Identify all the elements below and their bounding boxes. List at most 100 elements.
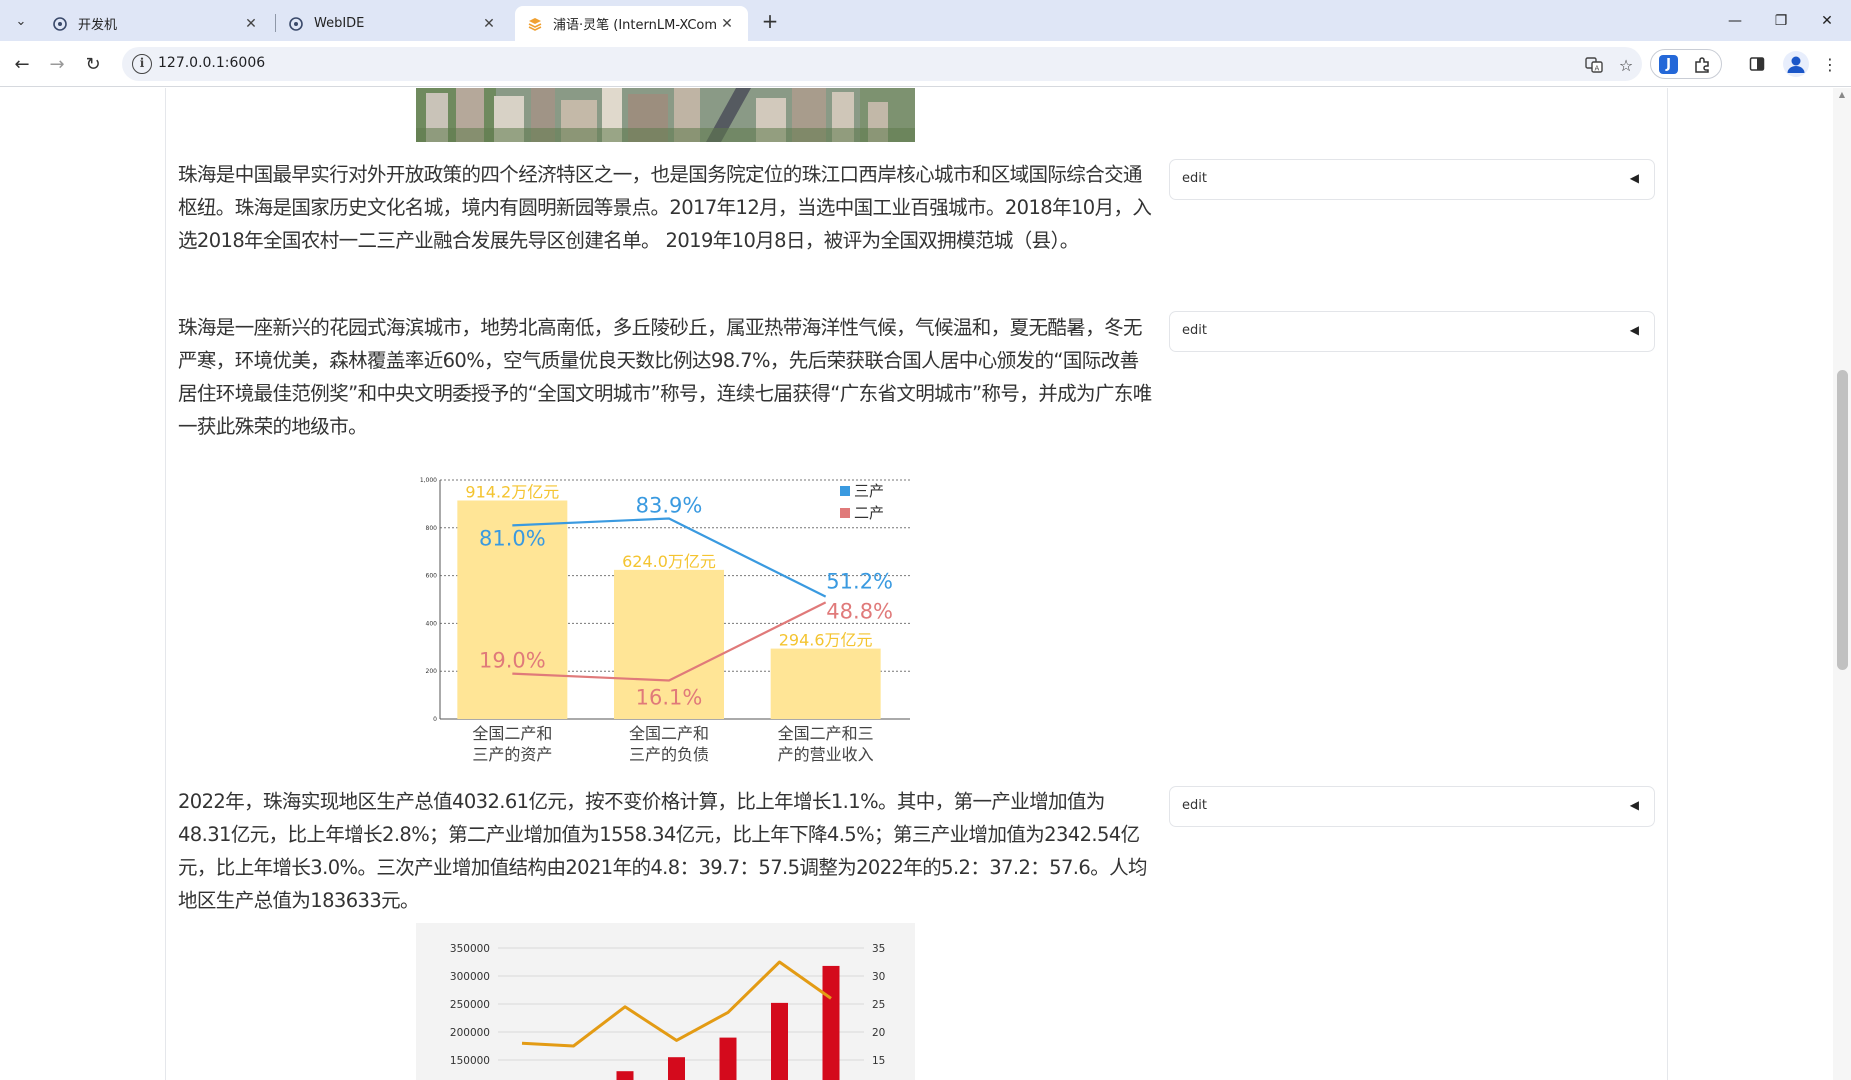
tab-webide[interactable]: WebIDE ✕ [276, 6, 510, 41]
bar-value-label: 914.2万亿元 [465, 483, 559, 502]
bar [668, 1057, 685, 1080]
caret-left-icon[interactable]: ◀ [1630, 323, 1639, 337]
y-left-tick-label: 200000 [450, 1027, 490, 1039]
close-icon: ✕ [1821, 12, 1833, 29]
site-info-icon[interactable]: i [132, 54, 152, 74]
tab-strip: ⌄ 开发机 ✕ WebIDE ✕ 浦语·灵笔 (InternLM-XCompo … [0, 0, 1851, 41]
scrollbar-thumb[interactable] [1837, 370, 1848, 670]
city-photo [416, 88, 915, 142]
arrow-left-icon: ← [14, 53, 30, 75]
translate-icon[interactable]: A [1584, 55, 1604, 75]
tab-search-button[interactable]: ⌄ [8, 8, 34, 34]
series-value-label: 83.9% [636, 493, 703, 517]
bar [616, 1071, 634, 1080]
y-left-tick-label: 150000 [450, 1055, 490, 1067]
close-icon[interactable]: ✕ [480, 15, 498, 33]
y-tick-label: 800 [426, 525, 438, 532]
legend-swatch [840, 486, 850, 496]
y-left-tick-label: 300000 [450, 971, 490, 983]
back-button[interactable]: ← [8, 50, 36, 78]
bar [719, 1037, 737, 1080]
y-right-tick-label: 30 [872, 971, 885, 983]
edit-label: edit [1182, 171, 1207, 186]
x-category-label: 全国二产和 [472, 724, 552, 743]
close-icon[interactable]: ✕ [718, 15, 736, 33]
edit-dropdown[interactable]: edit ◀ [1169, 311, 1655, 352]
person-icon [1787, 56, 1805, 73]
y-right-tick-label: 35 [872, 943, 885, 955]
y-right-tick-label: 25 [872, 999, 885, 1011]
bookmark-star-icon[interactable]: ☆ [1616, 55, 1636, 75]
tab-kaifaji[interactable]: 开发机 ✕ [40, 6, 272, 41]
restore-icon: ❐ [1774, 12, 1788, 29]
bar [770, 648, 881, 719]
bar [771, 1002, 788, 1080]
bar [822, 965, 840, 1080]
tab-label: WebIDE [314, 16, 365, 31]
x-category-label: 三产的负债 [629, 745, 709, 764]
minimize-button[interactable]: — [1712, 0, 1758, 41]
plus-icon: + [761, 9, 779, 33]
y-right-tick-label: 15 [872, 1055, 885, 1067]
edit-label: edit [1182, 798, 1207, 813]
series-value-label: 19.0% [479, 649, 546, 673]
profile-avatar[interactable] [1783, 51, 1809, 77]
series-value-label: 81.0% [479, 526, 546, 550]
paragraph-zhuhai-gdp: 2022年，珠海实现地区生产总值4032.61亿元，按不变价格计算，比上年增长1… [178, 790, 1147, 912]
y-left-tick-label: 350000 [450, 943, 490, 955]
legend-label: 三产 [854, 482, 884, 500]
extensions-group: J [1650, 49, 1722, 79]
edit-dropdown[interactable]: edit ◀ [1169, 159, 1655, 200]
close-window-button[interactable]: ✕ [1804, 0, 1850, 41]
legend-label: 二产 [854, 504, 884, 522]
side-panel-icon[interactable] [1745, 52, 1769, 76]
reload-button[interactable]: ↻ [79, 50, 107, 78]
webide-favicon-icon [289, 16, 303, 31]
internlm-favicon-icon [528, 17, 542, 31]
y-right-tick-label: 20 [872, 1027, 885, 1039]
forward-button[interactable]: → [43, 50, 71, 78]
x-category-label: 产的营业收入 [778, 745, 874, 764]
bar-value-label: 294.6万亿元 [779, 631, 873, 650]
url-text[interactable]: 127.0.0.1:6006 [158, 55, 265, 71]
y-tick-label: 1,000 [420, 477, 437, 484]
bar-value-label: 624.0万亿元 [622, 552, 716, 571]
restore-button[interactable]: ❐ [1758, 0, 1804, 41]
caret-left-icon[interactable]: ◀ [1630, 798, 1639, 812]
tab-label: 开发机 [78, 18, 118, 33]
svg-text:A: A [1595, 65, 1600, 73]
tab-internlm-xcomposer[interactable]: 浦语·灵笔 (InternLM-XCompo ✕ [515, 6, 748, 41]
y-left-tick-label: 250000 [450, 999, 490, 1011]
extension-j-icon[interactable]: J [1659, 55, 1678, 74]
y-tick-label: 600 [426, 573, 438, 580]
minimize-icon: — [1728, 12, 1742, 29]
caret-left-icon[interactable]: ◀ [1630, 171, 1639, 185]
close-icon[interactable]: ✕ [242, 15, 260, 33]
series-value-label: 51.2% [826, 570, 893, 594]
gdp-growth-chart: 1000001500002000002500003000003500001015… [416, 923, 915, 1080]
y-tick-label: 200 [426, 668, 438, 675]
browser-toolbar: ← → ↻ i 127.0.0.1:6006 A ☆ J ⋮ [0, 41, 1851, 87]
x-category-label: 三产的资产 [472, 745, 552, 764]
scroll-up-icon[interactable]: ▲ [1837, 90, 1847, 99]
x-category-label: 全国二产和 [629, 724, 709, 743]
edit-label: edit [1182, 323, 1207, 338]
page-viewport: 珠海是中国最早实行对外开放政策的四个经济特区之一，也是国务院定位的珠江口西岸核心… [0, 88, 1851, 1080]
chevron-down-icon: ⌄ [15, 13, 27, 29]
paragraph-zhuhai-environment: 珠海是一座新兴的花园式海滨城市，地势北高南低，多丘陵砂丘，属亚热带海洋性气候，气… [178, 316, 1152, 438]
legend-swatch [840, 508, 850, 518]
reload-icon: ↻ [85, 53, 101, 75]
series-value-label: 48.8% [826, 599, 893, 623]
edit-dropdown[interactable]: edit ◀ [1169, 786, 1655, 827]
series-value-label: 16.1% [636, 686, 703, 710]
menu-kebab-icon[interactable]: ⋮ [1818, 52, 1842, 76]
webide-favicon-icon [53, 16, 67, 31]
x-category-label: 全国二产和三 [778, 724, 874, 743]
industry-structure-chart: 0 200 400 600 800 1,000 914.2万亿元全国二产和三产的资产 624.… [420, 477, 910, 764]
extensions-puzzle-icon[interactable] [1691, 54, 1713, 76]
arrow-right-icon: → [49, 53, 65, 75]
new-tab-button[interactable]: + [757, 8, 783, 34]
address-bar[interactable]: i 127.0.0.1:6006 A ☆ [122, 47, 1642, 81]
page-scrollbar[interactable]: ▲ [1833, 88, 1851, 1080]
tab-label: 浦语·灵笔 (InternLM-XCompo [553, 18, 718, 33]
